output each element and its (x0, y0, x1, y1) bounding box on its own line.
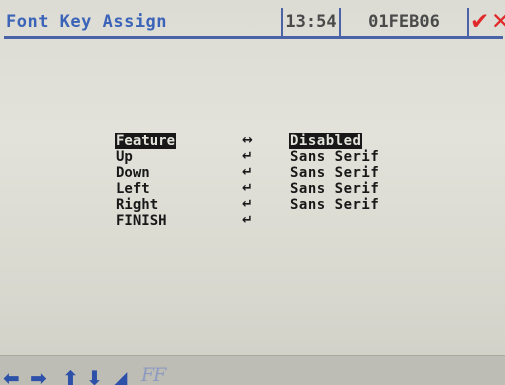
menu-value-down: Sans Serif (290, 165, 380, 181)
menu-label-right: Right (116, 197, 159, 213)
enter-arrow-icon: ↵ (242, 149, 253, 164)
up-arrow-icon[interactable]: ⬆ (62, 368, 79, 385)
clock-date: 01FEB06 (339, 8, 467, 36)
menu-value-feature: Disabled (289, 133, 363, 149)
softkey-strip: ⬅ ➡ ⬆ ⬇ ◢ FF (0, 355, 505, 385)
menu-value-up: Sans Serif (290, 149, 380, 165)
right-arrow-icon[interactable]: ➡ (30, 368, 47, 385)
menu-label-up: Up (116, 149, 133, 165)
enter-arrow-icon: ↵ (242, 181, 253, 196)
menu-label-down: Down (116, 165, 150, 181)
screen: Font Key Assign 13:54 01FEB06 ✔ ✕ Featur… (0, 0, 505, 385)
menu-label-left: Left (116, 181, 150, 197)
menu-label-feature: Feature (115, 133, 177, 149)
left-arrow-icon[interactable]: ⬅ (3, 368, 20, 385)
check-icon[interactable]: ✔ (470, 10, 489, 34)
menu-value-left: Sans Serif (290, 181, 380, 197)
confirm-cancel-cell: ✔ ✕ (467, 8, 505, 36)
down-arrow-icon[interactable]: ⬇ (86, 368, 103, 385)
enter-icon[interactable]: ◢ (112, 368, 127, 385)
font-toggle-icon[interactable]: FF (141, 364, 166, 385)
menu-value-right: Sans Serif (290, 197, 380, 213)
title-bar: Font Key Assign 13:54 01FEB06 ✔ ✕ (4, 8, 505, 39)
page-title: Font Key Assign (6, 12, 168, 32)
enter-arrow-icon: ↵ (242, 197, 253, 212)
enter-arrow-icon: ↵ (242, 213, 253, 228)
clock-time: 13:54 (281, 8, 339, 36)
enter-arrow-icon: ↵ (242, 165, 253, 180)
double-arrow-icon: ↔ (242, 133, 253, 148)
menu-label-finish: FINISH (116, 213, 167, 229)
x-icon[interactable]: ✕ (491, 10, 505, 34)
